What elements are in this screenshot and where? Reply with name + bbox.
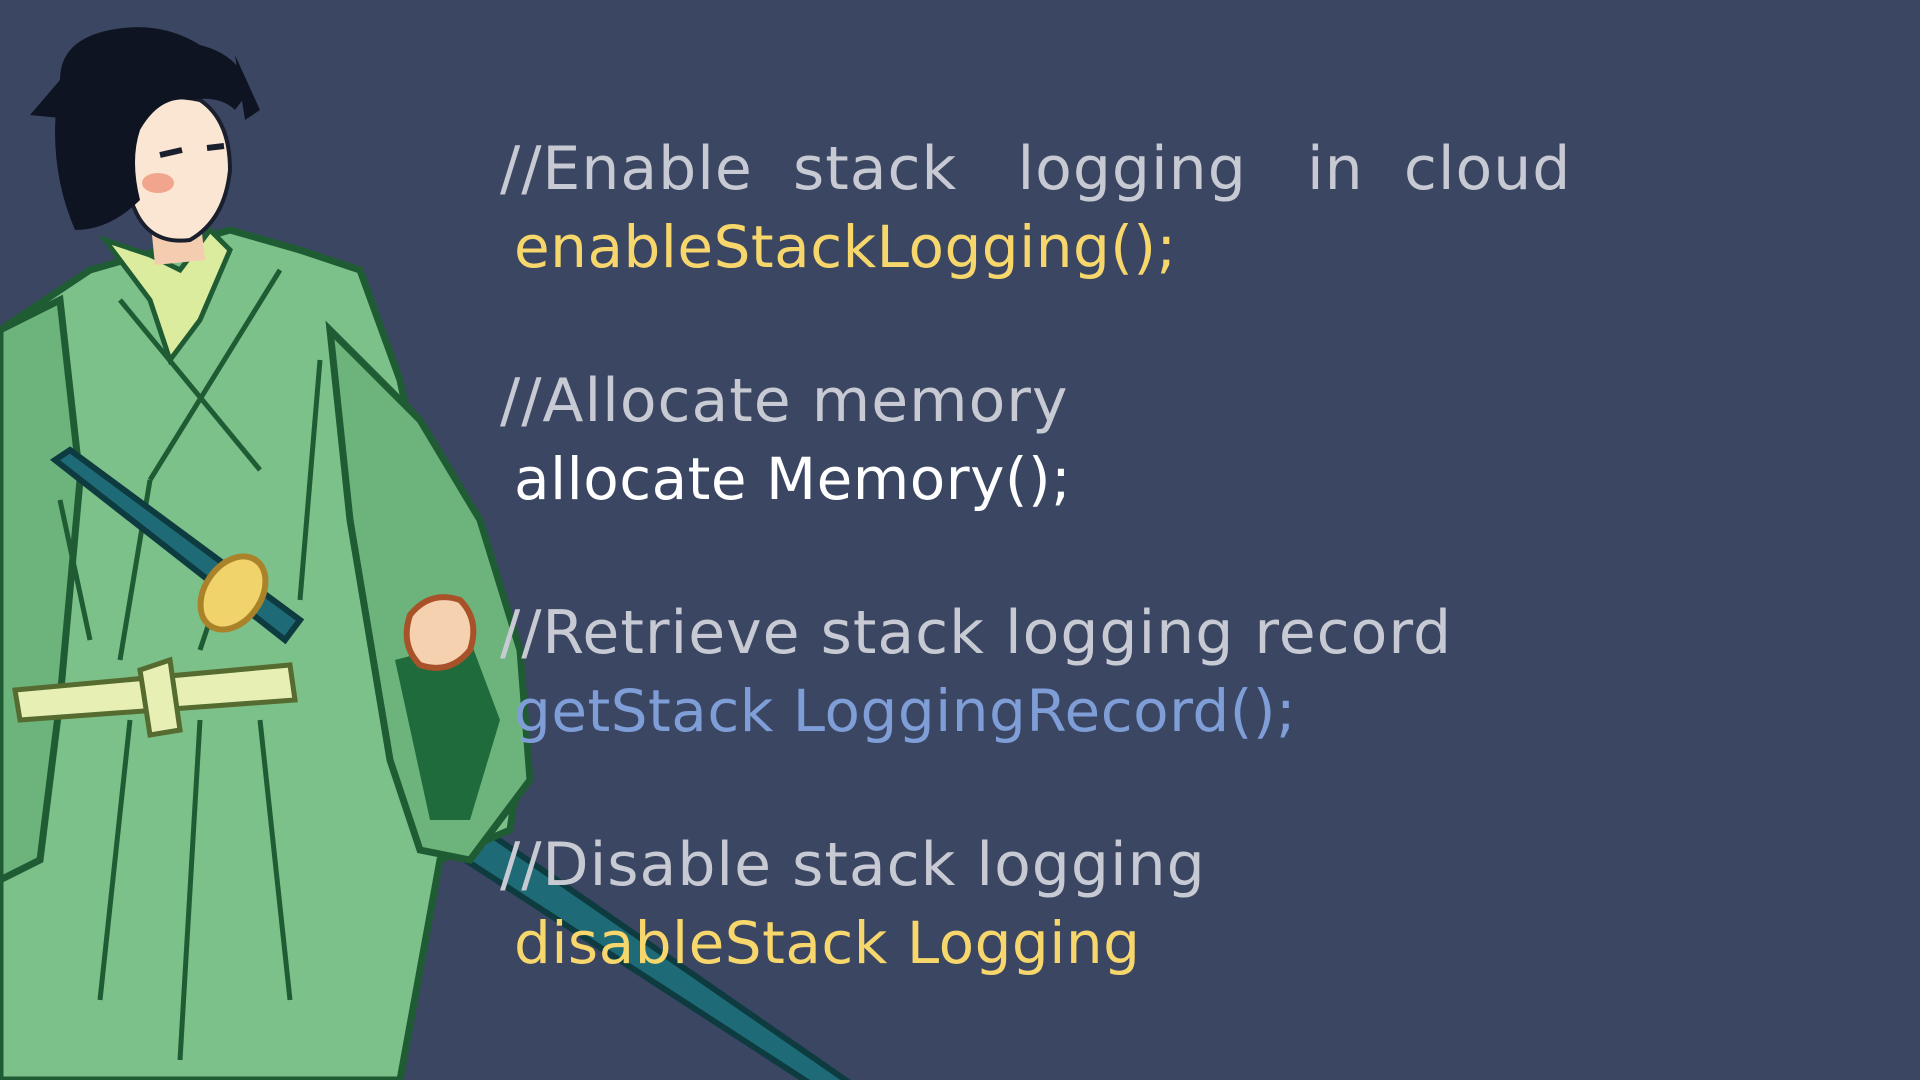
comment-retrieve: //Retrieve stack logging record: [500, 598, 1453, 668]
slide-canvas: //Enable stack logging in cloud enableSt…: [0, 0, 1920, 1080]
belt-knot: [137, 656, 183, 738]
code-enable-call: enableStackLogging();: [514, 213, 1177, 281]
code-retrieve-call: getStack LoggingRecord();: [514, 677, 1297, 745]
hand: [403, 594, 477, 671]
code-snippet: //Enable stack logging in cloud enableSt…: [500, 130, 1700, 982]
blush: [142, 173, 174, 193]
code-allocate-call: allocate Memory();: [514, 445, 1072, 513]
comment-enable: //Enable stack logging in cloud: [500, 134, 1572, 204]
code-disable-call: disableStack Logging: [514, 909, 1141, 977]
comment-allocate: //Allocate memory: [500, 366, 1069, 436]
comment-disable: //Disable stack logging: [500, 830, 1206, 900]
eye-right: [206, 143, 225, 151]
